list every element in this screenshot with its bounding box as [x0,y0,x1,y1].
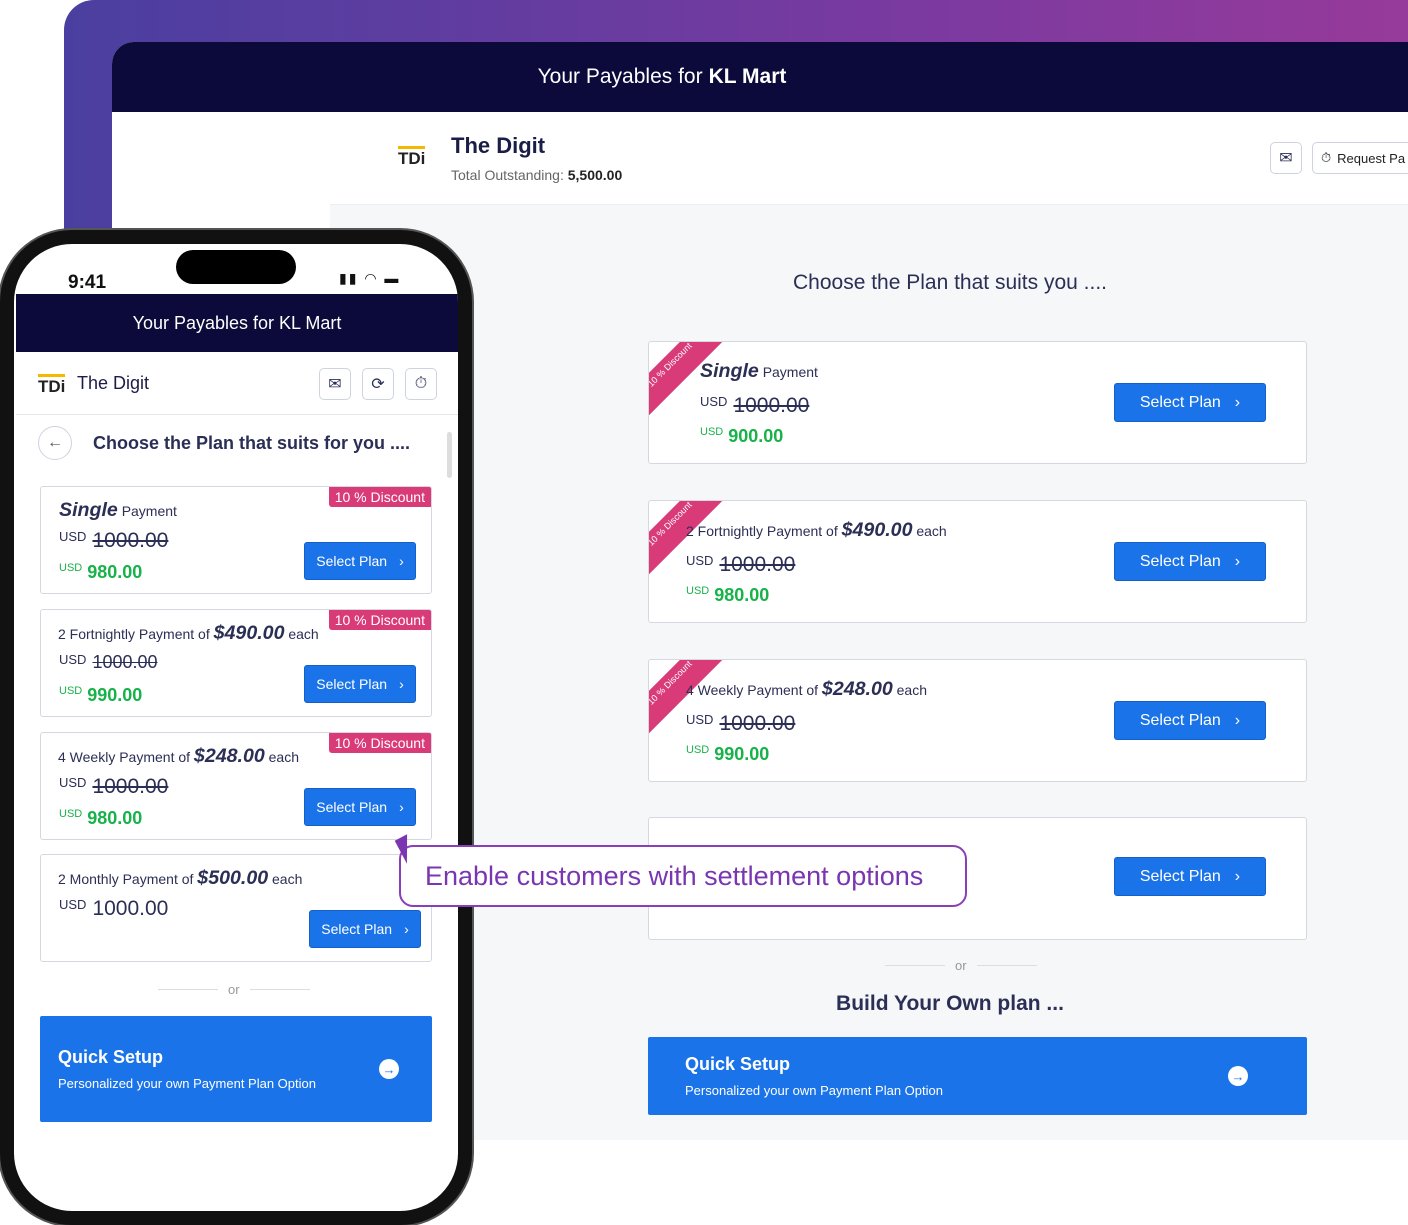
plan-title: Single Payment [59,499,177,521]
plan-card: 10 % Discount 2 Fortnightly Payment of $… [648,500,1307,623]
discount-badge: 10 % Discount [328,487,431,507]
arrow-right-icon: → [379,1059,399,1079]
callback-icon: ⟳ [371,376,385,393]
plans-heading: Choose the Plan that suits you .... [792,271,1107,294]
chevron-right-icon: › [1234,552,1241,570]
discounted-price: USD 990.00 [59,685,143,705]
plan-card: 10 % Discount 4 Weekly Payment of $248.0… [648,659,1307,782]
plan-card: 10 % Discount 2 Fortnightly Payment of $… [40,609,432,717]
plan-card: 10 % Discount Single Payment USD 1000.00 … [648,341,1307,464]
wifi-icon: ◠ [364,270,379,286]
mail-button[interactable]: ✉ [1270,142,1302,174]
outstanding: Total Outstanding: 5,500.00 [451,167,623,183]
quick-setup-subtitle: Personalized your own Payment Plan Optio… [685,1083,943,1098]
select-plan-button[interactable]: Select Plan › [309,910,421,948]
chevron-right-icon: › [1234,867,1241,885]
schedule-button[interactable]: ⏱ [405,368,437,400]
plan-title: 2 Monthly Payment of $500.00 each [58,867,303,889]
chevron-right-icon: › [399,799,404,815]
chevron-right-icon: › [399,676,404,692]
discounted-price: USD 980.00 [59,562,143,582]
plan-card: 10 % Discount Single Payment USD 1000.00 … [40,486,432,594]
signal-icon: ▮▮ [339,270,359,286]
request-payment-button[interactable]: ⏱ Request Pa [1312,142,1408,174]
header-title: Your Payables for [537,65,703,88]
dynamic-island [176,250,296,284]
quick-setup-subtitle: Personalized your own Payment Plan Optio… [58,1076,316,1091]
discount-badge: 10 % Discount [328,733,431,753]
discounted-price: USD 980.00 [59,808,143,828]
select-plan-button[interactable]: Select Plan › [304,665,416,703]
chevron-right-icon: › [1234,393,1241,411]
desktop-content: Choose the Plan that suits you .... 10 %… [330,205,1408,1140]
discounted-price: USD 990.00 [686,744,770,764]
select-plan-button[interactable]: Select Plan › [304,542,416,580]
merchant-name: The Digit [451,133,546,158]
plan-title: 4 Weekly Payment of $248.00 each [58,745,299,767]
discounted-price: USD 900.00 [700,426,784,446]
select-plan-button[interactable]: Select Plan › [1114,701,1266,740]
merchant-bar: TDi The Digit Total Outstanding: 5,500.0… [330,112,1408,205]
select-plan-button[interactable]: Select Plan › [1114,542,1266,581]
plan-title: Single Payment [700,360,818,382]
or-divider: or [885,958,1037,973]
chevron-right-icon: › [404,921,409,937]
arrow-right-icon: → [1228,1066,1248,1086]
merchant-logo: TDi [398,146,426,167]
original-price: USD 1000.00 [59,775,169,798]
original-price: USD 1000.00 [59,897,169,920]
mail-icon: ✉ [1279,150,1293,167]
merchant-logo: TDi [38,374,66,395]
plan-title: 2 Fortnightly Payment of $490.00 each [58,622,319,644]
original-price: USD 1000.00 [700,394,810,417]
original-price: USD 1000.00 [686,712,796,735]
clock-plus-icon: ⏱ [1321,150,1332,165]
status-icons: ▮▮ ◠ ▬ [339,270,400,287]
mail-button[interactable]: ✉ [319,368,351,400]
status-time: 9:41 [68,272,107,293]
original-price: USD 1000.00 [686,553,796,576]
mail-icon: ✉ [328,376,342,393]
quick-setup-title: Quick Setup [58,1047,164,1067]
plan-title: 2 Fortnightly Payment of $490.00 each [686,519,947,541]
chevron-right-icon: › [399,553,404,569]
original-price: USD 1000.00 [59,652,158,672]
plan-title: 4 Weekly Payment of $248.00 each [686,678,927,700]
plan-card: 2 Monthly Payment of $500.00 each USD 100… [40,854,432,962]
arrow-left-icon: ← [47,434,63,451]
company-name: KL Mart [708,65,787,88]
plans-heading: Choose the Plan that suits for you .... [93,433,411,453]
select-plan-button[interactable]: Select Plan › [1114,383,1266,422]
scrollbar[interactable] [447,432,452,478]
discount-badge: 10 % Discount [328,610,431,630]
plan-card: 10 % Discount 4 Weekly Payment of $248.0… [40,732,432,840]
original-price: USD 1000.00 [59,529,169,552]
select-plan-button[interactable]: Select Plan › [304,788,416,826]
phone-mockup: 9:41 ▮▮ ◠ ▬ Your Payables for KL Mart TD… [0,230,472,1225]
callout-banner: Enable customers with settlement options [399,845,967,907]
quick-setup-card[interactable]: Quick Setup Personalized your own Paymen… [40,1016,432,1122]
back-button[interactable]: ← [38,426,72,460]
mobile-header: Your Payables for KL Mart [16,294,458,352]
select-plan-button[interactable]: Select Plan › [1114,857,1266,896]
build-heading: Build Your Own plan ... [836,992,1064,1015]
or-divider: or [158,982,310,997]
merchant-name: The Digit [77,373,150,393]
clock-plus-icon: ⏱ [414,375,428,392]
callback-button[interactable]: ⟳ [362,368,394,400]
quick-setup-card[interactable]: Quick Setup Personalized your own Paymen… [648,1037,1307,1115]
discounted-price: USD 980.00 [686,585,770,605]
desktop-header: Your Payables for KL Mart [112,42,1408,112]
quick-setup-title: Quick Setup [685,1054,791,1074]
battery-icon: ▬ [384,270,401,286]
chevron-right-icon: › [1234,711,1241,729]
